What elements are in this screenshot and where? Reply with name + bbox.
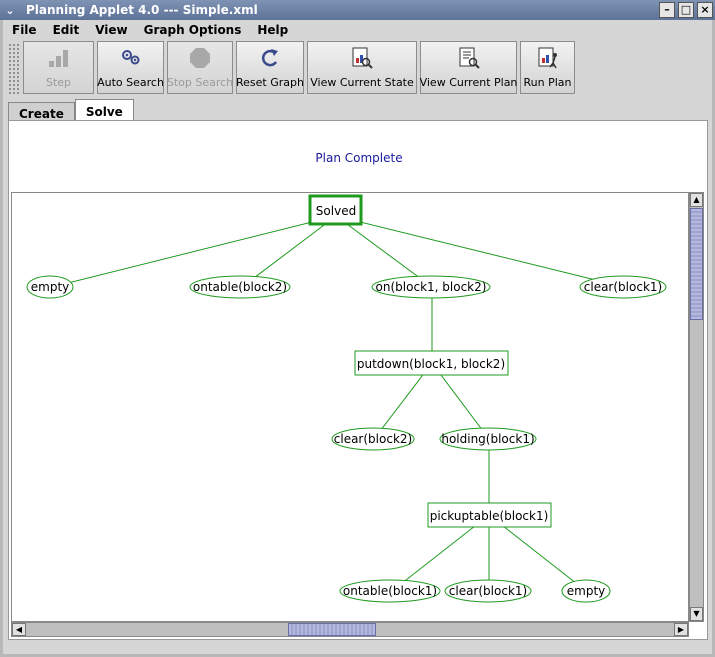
- node-clear-block2-label: clear(block2): [334, 432, 412, 446]
- auto-search-icon: [119, 46, 143, 70]
- node-clear-block2[interactable]: clear(block2): [331, 427, 415, 451]
- view-plan-icon: [457, 46, 481, 70]
- view-state-icon: [350, 46, 374, 70]
- vertical-scrollbar[interactable]: ▲ ▼: [689, 192, 704, 622]
- menu-bar: File Edit View Graph Options Help: [4, 20, 710, 40]
- tab-solve[interactable]: Solve: [74, 99, 134, 121]
- scroll-left-arrow-icon[interactable]: ◀: [12, 623, 26, 636]
- node-pickuptable-label: pickuptable(block1): [430, 509, 549, 523]
- toolbar: Step Auto Search Stop Search Reset Graph…: [4, 41, 710, 96]
- stop-search-label: Stop Search: [166, 76, 234, 89]
- node-empty-top[interactable]: empty: [26, 275, 74, 299]
- step-label: Step: [45, 76, 72, 89]
- scroll-up-arrow-icon[interactable]: ▲: [690, 193, 703, 207]
- horizontal-scroll-thumb[interactable]: [288, 623, 376, 636]
- solve-panel: Plan Complete Solved empty ontable(block…: [8, 120, 708, 640]
- node-holding-block1-label: holding(block1): [441, 432, 534, 446]
- window-title: Planning Applet 4.0 --- Simple.xml: [26, 3, 258, 17]
- node-empty-bottom-label: empty: [567, 584, 606, 598]
- node-clear-block1-top-label: clear(block1): [584, 280, 662, 294]
- tab-create[interactable]: Create: [8, 102, 75, 121]
- view-current-state-button[interactable]: View Current State: [307, 41, 417, 94]
- view-current-state-label: View Current State: [310, 76, 414, 89]
- node-on-block1-block2-label: on(block1, block2): [376, 280, 487, 294]
- window-menu-button[interactable]: ⌄: [0, 0, 20, 20]
- auto-search-label: Auto Search: [97, 76, 164, 89]
- scroll-right-arrow-icon[interactable]: ▶: [674, 623, 688, 636]
- node-solved-label: Solved: [316, 204, 356, 218]
- auto-search-button[interactable]: Auto Search: [97, 41, 164, 94]
- plan-graph: Solved empty ontable(block2) on(block1, …: [26, 194, 667, 603]
- stop-icon: [188, 46, 212, 70]
- node-empty-top-label: empty: [31, 280, 70, 294]
- reset-graph-button[interactable]: Reset Graph: [236, 41, 304, 94]
- plan-status-message: Plan Complete: [315, 151, 403, 165]
- graph-edges: [51, 215, 625, 592]
- node-putdown[interactable]: putdown(block1, block2): [354, 350, 509, 376]
- node-putdown-label: putdown(block1, block2): [357, 357, 505, 371]
- view-current-plan-label: View Current Plan: [419, 76, 518, 89]
- view-current-plan-button[interactable]: View Current Plan: [420, 41, 517, 94]
- node-ontable-block1[interactable]: ontable(block1): [339, 579, 441, 603]
- node-on-block1-block2[interactable]: on(block1, block2): [371, 275, 491, 299]
- run-plan-label: Run Plan: [523, 76, 572, 89]
- minimize-button[interactable]: –: [659, 2, 675, 18]
- maximize-button[interactable]: □: [678, 2, 694, 18]
- node-ontable-block2[interactable]: ontable(block2): [189, 275, 291, 299]
- run-plan-icon: [536, 46, 560, 70]
- node-holding-block1[interactable]: holding(block1): [439, 427, 537, 451]
- reset-icon: [258, 46, 282, 70]
- title-bar: ⌄ Planning Applet 4.0 --- Simple.xml – □…: [0, 0, 715, 20]
- close-button[interactable]: ×: [697, 2, 713, 18]
- menu-file[interactable]: File: [12, 23, 37, 37]
- stop-search-button[interactable]: Stop Search: [167, 41, 233, 94]
- menu-help[interactable]: Help: [257, 23, 288, 37]
- menu-graph-options[interactable]: Graph Options: [144, 23, 242, 37]
- horizontal-scrollbar[interactable]: ◀ ▶: [11, 622, 689, 637]
- step-icon: [47, 46, 71, 70]
- edge-solved-clear-block1: [335, 215, 625, 288]
- node-ontable-block1-label: ontable(block1): [343, 584, 437, 598]
- menu-view[interactable]: View: [95, 23, 127, 37]
- step-button[interactable]: Step: [23, 41, 94, 94]
- scroll-down-arrow-icon[interactable]: ▼: [690, 607, 703, 621]
- vertical-scroll-thumb[interactable]: [690, 208, 703, 320]
- node-clear-block1-bottom[interactable]: clear(block1): [444, 579, 532, 603]
- node-pickuptable[interactable]: pickuptable(block1): [427, 502, 552, 528]
- node-clear-block1-top[interactable]: clear(block1): [579, 275, 667, 299]
- plan-graph-canvas[interactable]: Solved empty ontable(block2) on(block1, …: [11, 192, 689, 622]
- menu-edit[interactable]: Edit: [53, 23, 80, 37]
- node-solved[interactable]: Solved: [308, 194, 363, 226]
- tab-strip: Create Solve: [8, 99, 134, 121]
- node-empty-bottom[interactable]: empty: [561, 579, 611, 603]
- run-plan-button[interactable]: Run Plan: [520, 41, 575, 94]
- reset-graph-label: Reset Graph: [236, 76, 304, 89]
- edge-solved-empty: [51, 215, 337, 288]
- toolbar-grip[interactable]: [8, 43, 20, 94]
- node-ontable-block2-label: ontable(block2): [193, 280, 287, 294]
- node-clear-block1-bottom-label: clear(block1): [449, 584, 527, 598]
